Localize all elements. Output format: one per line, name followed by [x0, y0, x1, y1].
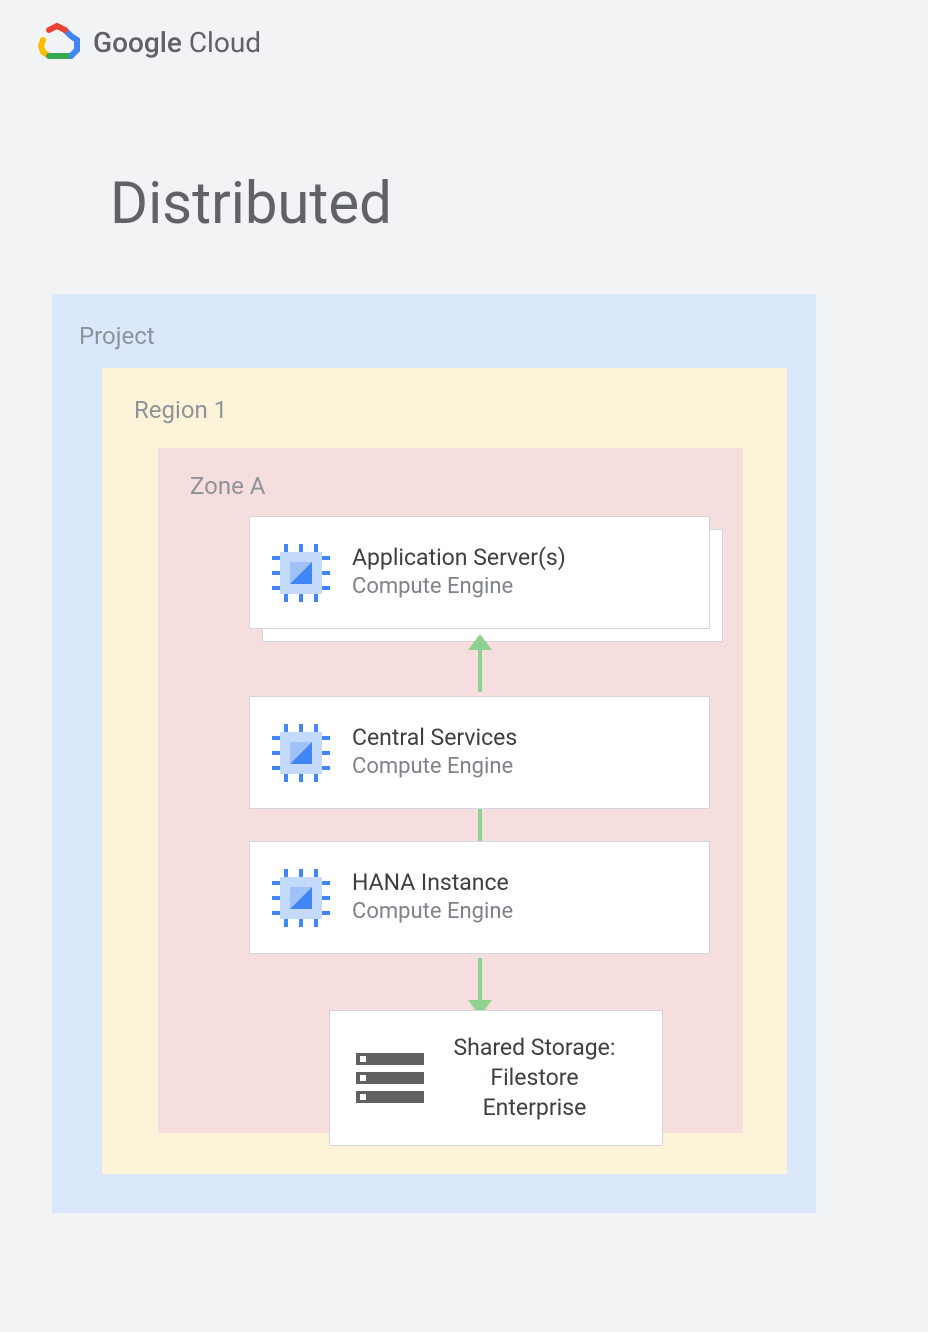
- storage-text: Shared Storage: Filestore Enterprise: [454, 1033, 616, 1123]
- central-services-text: Central Services Compute Engine: [352, 723, 517, 781]
- logo-brand-bold: Google: [93, 26, 182, 59]
- arrow-down: [478, 958, 482, 1006]
- logo-text: Google Cloud: [93, 26, 261, 59]
- hana-card: HANA Instance Compute Engine: [249, 841, 710, 954]
- app-server-title: Application Server(s): [352, 543, 566, 573]
- compute-engine-icon: [272, 724, 330, 782]
- diagram-title: Distributed: [110, 170, 392, 238]
- region-label: Region 1: [134, 396, 787, 424]
- central-services-subtitle: Compute Engine: [352, 753, 517, 782]
- compute-engine-icon: [272, 869, 330, 927]
- app-server-subtitle: Compute Engine: [352, 573, 566, 602]
- region-container: Region 1 Zone A: [102, 368, 787, 1174]
- app-server-text: Application Server(s) Compute Engine: [352, 543, 566, 601]
- hana-subtitle: Compute Engine: [352, 898, 513, 927]
- project-label: Project: [79, 322, 791, 350]
- central-services-card: Central Services Compute Engine: [249, 696, 710, 809]
- storage-card: Shared Storage: Filestore Enterprise: [329, 1010, 663, 1146]
- cloud-icon: [35, 22, 83, 62]
- project-container: Project Region 1 Zone A: [52, 294, 816, 1213]
- compute-engine-icon: [272, 544, 330, 602]
- google-cloud-logo: Google Cloud: [35, 22, 261, 62]
- app-server-card: Application Server(s) Compute Engine: [249, 516, 710, 629]
- zone-container: Zone A: [158, 448, 743, 1133]
- hana-title: HANA Instance: [352, 868, 513, 898]
- app-server-stack: Application Server(s) Compute Engine: [249, 516, 710, 640]
- storage-line2: Filestore: [454, 1063, 616, 1093]
- storage-icon: [356, 1053, 424, 1103]
- central-services-title: Central Services: [352, 723, 517, 753]
- storage-line1: Shared Storage:: [454, 1033, 616, 1063]
- hana-text: HANA Instance Compute Engine: [352, 868, 513, 926]
- storage-line3: Enterprise: [454, 1093, 616, 1123]
- resource-stack: Application Server(s) Compute Engine: [186, 516, 743, 1146]
- logo-brand-light: Cloud: [189, 26, 261, 59]
- arrow-up: [478, 644, 482, 692]
- zone-label: Zone A: [190, 472, 743, 500]
- connector-line: [478, 809, 482, 841]
